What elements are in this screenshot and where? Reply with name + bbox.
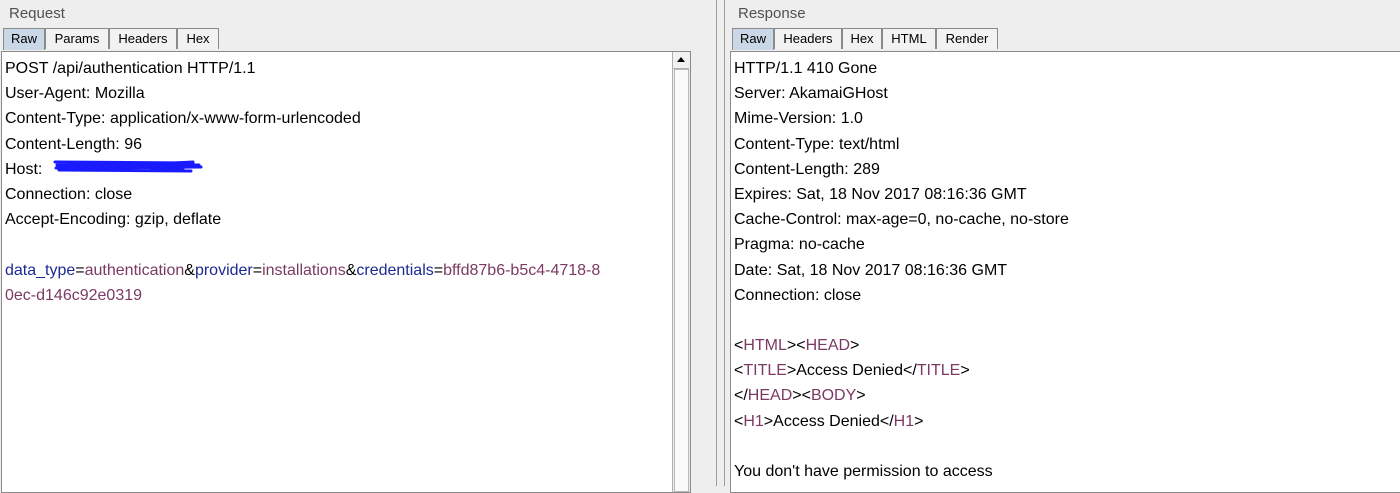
tab-request-hex[interactable]: Hex — [177, 28, 219, 49]
angle-bracket: < — [796, 337, 806, 355]
body-tag: BODY — [810, 387, 857, 405]
title-tag: TITLE — [916, 362, 961, 380]
title-tag: TITLE — [743, 362, 787, 380]
angle-bracket: </ — [902, 362, 917, 380]
param-eq: = — [433, 261, 444, 279]
request-scrollbar[interactable] — [672, 52, 690, 492]
angle-bracket: < — [734, 412, 744, 430]
response-line: Mime-Version: 1.0 — [734, 110, 863, 128]
angle-bracket: > — [786, 337, 797, 355]
response-line: Pragma: no-cache — [734, 236, 865, 254]
request-text[interactable]: POST /api/authentication HTTP/1.1 User-A… — [5, 56, 670, 308]
response-line: Server: AkamaiGHost — [734, 85, 888, 103]
param-value: 0ec-d146c92e0319 — [5, 286, 143, 304]
divider-line — [716, 0, 717, 486]
angle-bracket: > — [850, 337, 860, 355]
tab-response-html[interactable]: HTML — [882, 28, 936, 49]
param-amp: & — [345, 261, 357, 279]
param-eq: = — [252, 261, 263, 279]
h1-tag: H1 — [743, 412, 764, 430]
request-title: Request — [9, 5, 65, 22]
response-line: Cache-Control: max-age=0, no-cache, no-s… — [734, 211, 1069, 229]
tab-response-headers[interactable]: Headers — [774, 28, 842, 49]
param-key: data_type — [5, 261, 76, 279]
tab-response-hex[interactable]: Hex — [842, 28, 882, 49]
angle-bracket: > — [786, 362, 797, 380]
angle-bracket: < — [734, 337, 744, 355]
param-value: bffd87b6-b5c4-4718-8 — [443, 261, 601, 279]
tab-request-headers[interactable]: Headers — [109, 28, 177, 49]
angle-bracket: > — [763, 412, 774, 430]
tab-request-params[interactable]: Params — [45, 28, 109, 49]
request-line: Content-Type: application/x-www-form-url… — [5, 110, 361, 128]
request-line: Content-Length: 96 — [5, 135, 142, 153]
tab-response-render[interactable]: Render — [936, 28, 998, 49]
response-line: HTTP/1.1 410 Gone — [734, 60, 878, 77]
h1-text: Access Denied — [773, 412, 880, 430]
request-editor[interactable]: POST /api/authentication HTTP/1.1 User-A… — [1, 51, 691, 493]
head-tag: HEAD — [747, 387, 793, 405]
html-line: <HTML><HEAD> — [734, 333, 1399, 358]
angle-bracket: < — [734, 362, 744, 380]
request-line: Accept-Encoding: gzip, deflate — [5, 211, 222, 229]
request-line: Connection: close — [5, 185, 133, 203]
angle-bracket: > — [856, 387, 866, 405]
param-value: installations — [262, 261, 346, 279]
h1-tag: H1 — [893, 412, 915, 430]
response-line: Content-Length: 289 — [734, 160, 880, 178]
head-tag: HEAD — [805, 337, 851, 355]
scroll-up-arrow-icon[interactable] — [673, 52, 689, 69]
title-text: Access Denied — [796, 362, 903, 380]
response-line: Content-Type: text/html — [734, 135, 900, 153]
tab-request-raw[interactable]: Raw — [3, 28, 45, 50]
param-key: provider — [194, 261, 253, 279]
response-title: Response — [738, 5, 806, 22]
angle-bracket: > — [914, 412, 924, 430]
scroll-thumb[interactable] — [674, 69, 689, 492]
request-pane: Request Raw Params Headers Hex POST /api… — [0, 0, 712, 493]
response-pane: Response Raw Headers Hex HTML Render HTT… — [729, 0, 1400, 493]
html-line: <H1>Access Denied</H1> — [734, 409, 1399, 434]
response-editor[interactable]: HTTP/1.1 410 Gone Server: AkamaiGHost Mi… — [730, 51, 1400, 493]
angle-bracket: </ — [879, 412, 894, 430]
angle-bracket: > — [792, 387, 802, 405]
redaction-scribble — [53, 160, 203, 173]
param-value: authentication — [84, 261, 185, 279]
param-amp: & — [184, 261, 195, 279]
param-eq: = — [75, 261, 85, 279]
request-body-line: data_type=authentication&provider=instal… — [5, 258, 670, 283]
angle-bracket: < — [801, 387, 811, 405]
split-divider[interactable] — [712, 0, 729, 486]
param-key: credentials — [356, 261, 434, 279]
request-line: User-Agent: Mozilla — [5, 85, 145, 103]
response-line: Expires: Sat, 18 Nov 2017 08:16:36 GMT — [734, 185, 1027, 203]
divider-line — [724, 0, 725, 486]
html-line: <TITLE>Access Denied</TITLE> — [734, 358, 1399, 383]
response-line: Connection: close — [734, 286, 862, 304]
response-line: Date: Sat, 18 Nov 2017 08:16:36 GMT — [734, 261, 1008, 279]
tab-response-raw[interactable]: Raw — [732, 28, 774, 50]
html-tag: HTML — [743, 337, 787, 355]
request-body-line: 0ec-d146c92e0319 — [5, 283, 670, 308]
html-line: </HEAD><BODY> — [734, 383, 1399, 408]
angle-bracket: </ — [734, 387, 748, 405]
html-body-text: You don't have permission to access — [734, 463, 993, 480]
request-line: POST /api/authentication HTTP/1.1 — [5, 60, 256, 77]
angle-bracket: > — [960, 362, 970, 380]
response-text[interactable]: HTTP/1.1 410 Gone Server: AkamaiGHost Mi… — [734, 56, 1399, 484]
